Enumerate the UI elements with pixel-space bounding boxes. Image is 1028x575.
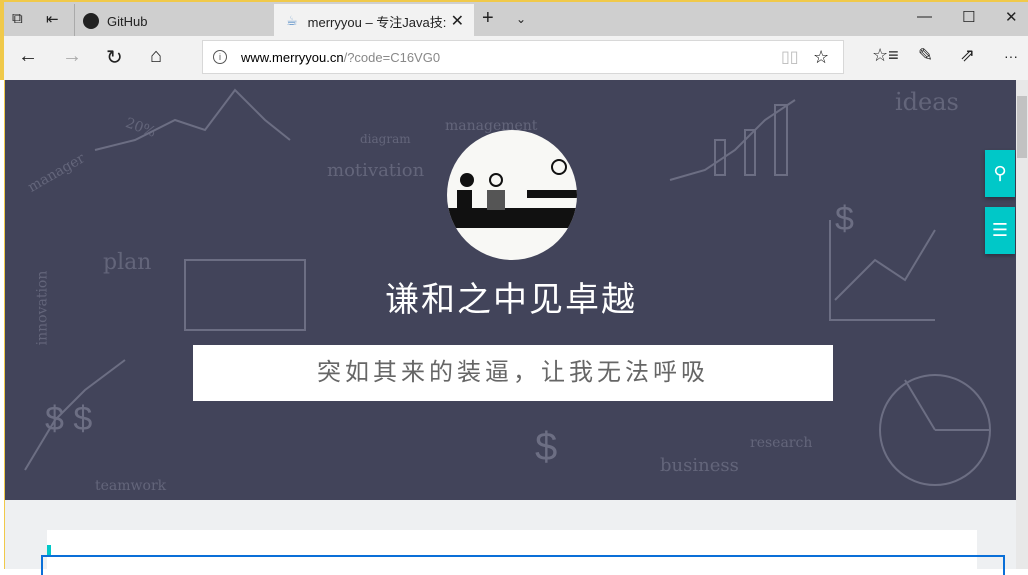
info-icon[interactable]: i bbox=[213, 50, 227, 64]
card-accent bbox=[47, 545, 51, 555]
svg-text:$ $: $ $ bbox=[45, 400, 92, 438]
web-note-icon[interactable]: ✎ bbox=[918, 45, 933, 66]
close-tab-icon[interactable]: ✕ bbox=[451, 11, 464, 31]
scrollbar-thumb[interactable] bbox=[1017, 96, 1027, 158]
site-logo-avatar[interactable] bbox=[447, 130, 577, 260]
site-title: 谦和之中见卓越 bbox=[385, 281, 637, 319]
tab-label: merryyou – 专注Java技: bbox=[307, 14, 447, 30]
scrollbar[interactable] bbox=[1016, 80, 1028, 569]
reading-view-icon[interactable]: ▯▯ bbox=[781, 47, 799, 67]
tab-merryyou[interactable]: ☕ merryyou – 专注Java技: ✕ bbox=[274, 4, 474, 38]
share-icon[interactable]: ⇗ bbox=[960, 45, 975, 66]
search-button[interactable]: ⚲ bbox=[985, 150, 1015, 197]
favorite-star-icon[interactable]: ☆ bbox=[813, 47, 829, 68]
nav-bar: ← → ↻ ⌂ i www.merryyou.cn/?code=C16VG0 ▯… bbox=[0, 36, 1028, 80]
tab-label: GitHub bbox=[107, 13, 148, 29]
back-icon[interactable]: ← bbox=[18, 45, 38, 68]
tab-manager-icon[interactable]: ⧉ bbox=[12, 10, 23, 27]
minimize-icon[interactable]: — bbox=[917, 8, 932, 25]
search-icon: ⚲ bbox=[993, 163, 1007, 183]
focused-element-outline bbox=[41, 555, 1005, 575]
new-tab-icon[interactable]: + bbox=[482, 7, 494, 30]
favorites-list-icon[interactable]: ☆≡ bbox=[872, 45, 899, 66]
menu-button[interactable]: ☰ bbox=[985, 207, 1015, 254]
url-host: www.merryyou.cn bbox=[241, 49, 344, 65]
svg-text:$: $ bbox=[835, 200, 854, 238]
tab-github[interactable]: GitHub bbox=[74, 4, 274, 38]
maximize-icon[interactable]: ☐ bbox=[962, 8, 975, 26]
home-icon[interactable]: ⌂ bbox=[150, 45, 162, 68]
refresh-icon[interactable]: ↻ bbox=[106, 45, 123, 70]
close-window-icon[interactable]: ✕ bbox=[1005, 8, 1018, 26]
set-aside-tabs-icon[interactable]: ⇤ bbox=[46, 10, 59, 28]
github-icon bbox=[83, 13, 99, 29]
address-bar[interactable]: i www.merryyou.cn/?code=C16VG0 ▯▯ ☆ bbox=[202, 40, 844, 74]
page-content: ideas plan motivation management diagram… bbox=[4, 80, 1017, 575]
chevron-down-icon[interactable]: ⌄ bbox=[516, 12, 526, 26]
svg-text:$: $ bbox=[535, 425, 557, 469]
tab-bar: ⧉ ⇤ GitHub ☕ merryyou – 专注Java技: ✕ + ⌄ —… bbox=[0, 0, 1028, 38]
hero-banner: ideas plan motivation management diagram… bbox=[5, 80, 1017, 500]
forward-icon[interactable]: → bbox=[62, 45, 82, 68]
site-subtitle: 突如其来的装逼，让我无法呼吸 bbox=[193, 345, 833, 401]
url-path: /?code=C16VG0 bbox=[343, 49, 441, 65]
menu-icon: ☰ bbox=[991, 220, 1009, 240]
logo-image bbox=[447, 159, 577, 228]
java-icon: ☕ bbox=[286, 13, 298, 28]
more-icon[interactable]: ··· bbox=[1004, 48, 1018, 64]
